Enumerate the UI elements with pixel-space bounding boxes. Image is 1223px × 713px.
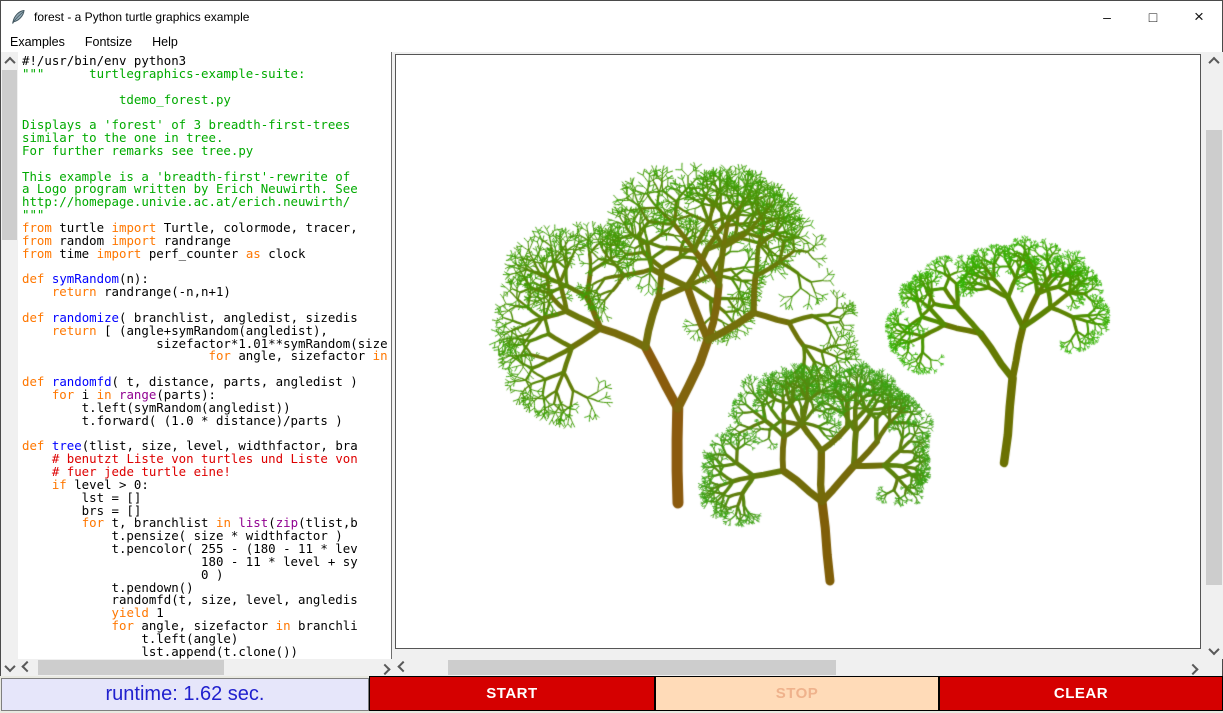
scroll-up-icon[interactable] — [1205, 52, 1222, 69]
scroll-right-icon[interactable] — [376, 659, 393, 676]
scroll-left-icon[interactable] — [18, 659, 35, 676]
code-line: lst.append(t.clone()) — [22, 646, 388, 659]
minimize-icon[interactable]: – — [1084, 1, 1130, 32]
code-line: from time import perf_counter as clock — [22, 248, 388, 261]
stop-button[interactable]: STOP — [655, 676, 939, 711]
scroll-up-icon[interactable] — [1, 52, 18, 69]
editor-hscroll-thumb[interactable] — [38, 660, 224, 675]
editor-hscrollbar[interactable] — [18, 659, 393, 676]
code-line: """ turtlegraphics-example-suite: — [22, 68, 388, 81]
code-line: t.forward( (1.0 * distance)/parts ) — [22, 415, 388, 428]
canvas-hscrollbar[interactable] — [394, 659, 1201, 676]
close-icon[interactable]: × — [1176, 1, 1222, 32]
runtime-label: runtime: 1.62 sec. — [1, 678, 369, 711]
window-controls: – □ × — [1084, 1, 1222, 32]
status-bar: runtime: 1.62 sec. START STOP CLEAR — [0, 676, 1223, 713]
canvas-hscroll-thumb[interactable] — [448, 660, 836, 675]
code-line: return randrange(-n,n+1) — [22, 286, 388, 299]
canvas-vscroll-thumb[interactable] — [1206, 130, 1222, 585]
turtle-canvas — [396, 55, 1200, 648]
code-line: for angle, sizefactor in — [22, 350, 388, 363]
maximize-icon[interactable]: □ — [1130, 1, 1176, 32]
canvas-frame — [395, 54, 1201, 649]
canvas-vscrollbar[interactable] — [1205, 52, 1223, 659]
editor-vscroll-thumb[interactable] — [2, 70, 17, 240]
scroll-down-icon[interactable] — [1205, 642, 1222, 659]
code-text: #!/usr/bin/env python3""" turtlegraphics… — [22, 55, 388, 659]
code-line: For further remarks see tree.py — [22, 145, 388, 158]
feather-icon — [10, 9, 26, 25]
menu-item-examples[interactable]: Examples — [10, 33, 75, 51]
app-window: forest - a Python turtle graphics exampl… — [0, 0, 1223, 713]
scroll-left-icon[interactable] — [394, 659, 411, 676]
code-line: tdemo_forest.py — [22, 94, 388, 107]
title-bar: forest - a Python turtle graphics exampl… — [1, 1, 1222, 32]
window-title: forest - a Python turtle graphics exampl… — [34, 10, 249, 24]
scroll-down-icon[interactable] — [1, 659, 18, 676]
scroll-right-icon[interactable] — [1184, 659, 1201, 676]
menu-item-help[interactable]: Help — [142, 33, 188, 51]
main-area: #!/usr/bin/env python3""" turtlegraphics… — [1, 52, 1222, 676]
code-line: http://homepage.univie.ac.at/erich.neuwi… — [22, 196, 388, 209]
menu-bar: ExamplesFontsizeHelp — [1, 32, 1222, 52]
editor-vscrollbar[interactable] — [1, 52, 18, 676]
start-button[interactable]: START — [369, 676, 655, 711]
code-editor[interactable]: #!/usr/bin/env python3""" turtlegraphics… — [18, 52, 392, 659]
menu-item-fontsize[interactable]: Fontsize — [75, 33, 142, 51]
clear-button[interactable]: CLEAR — [939, 676, 1223, 711]
